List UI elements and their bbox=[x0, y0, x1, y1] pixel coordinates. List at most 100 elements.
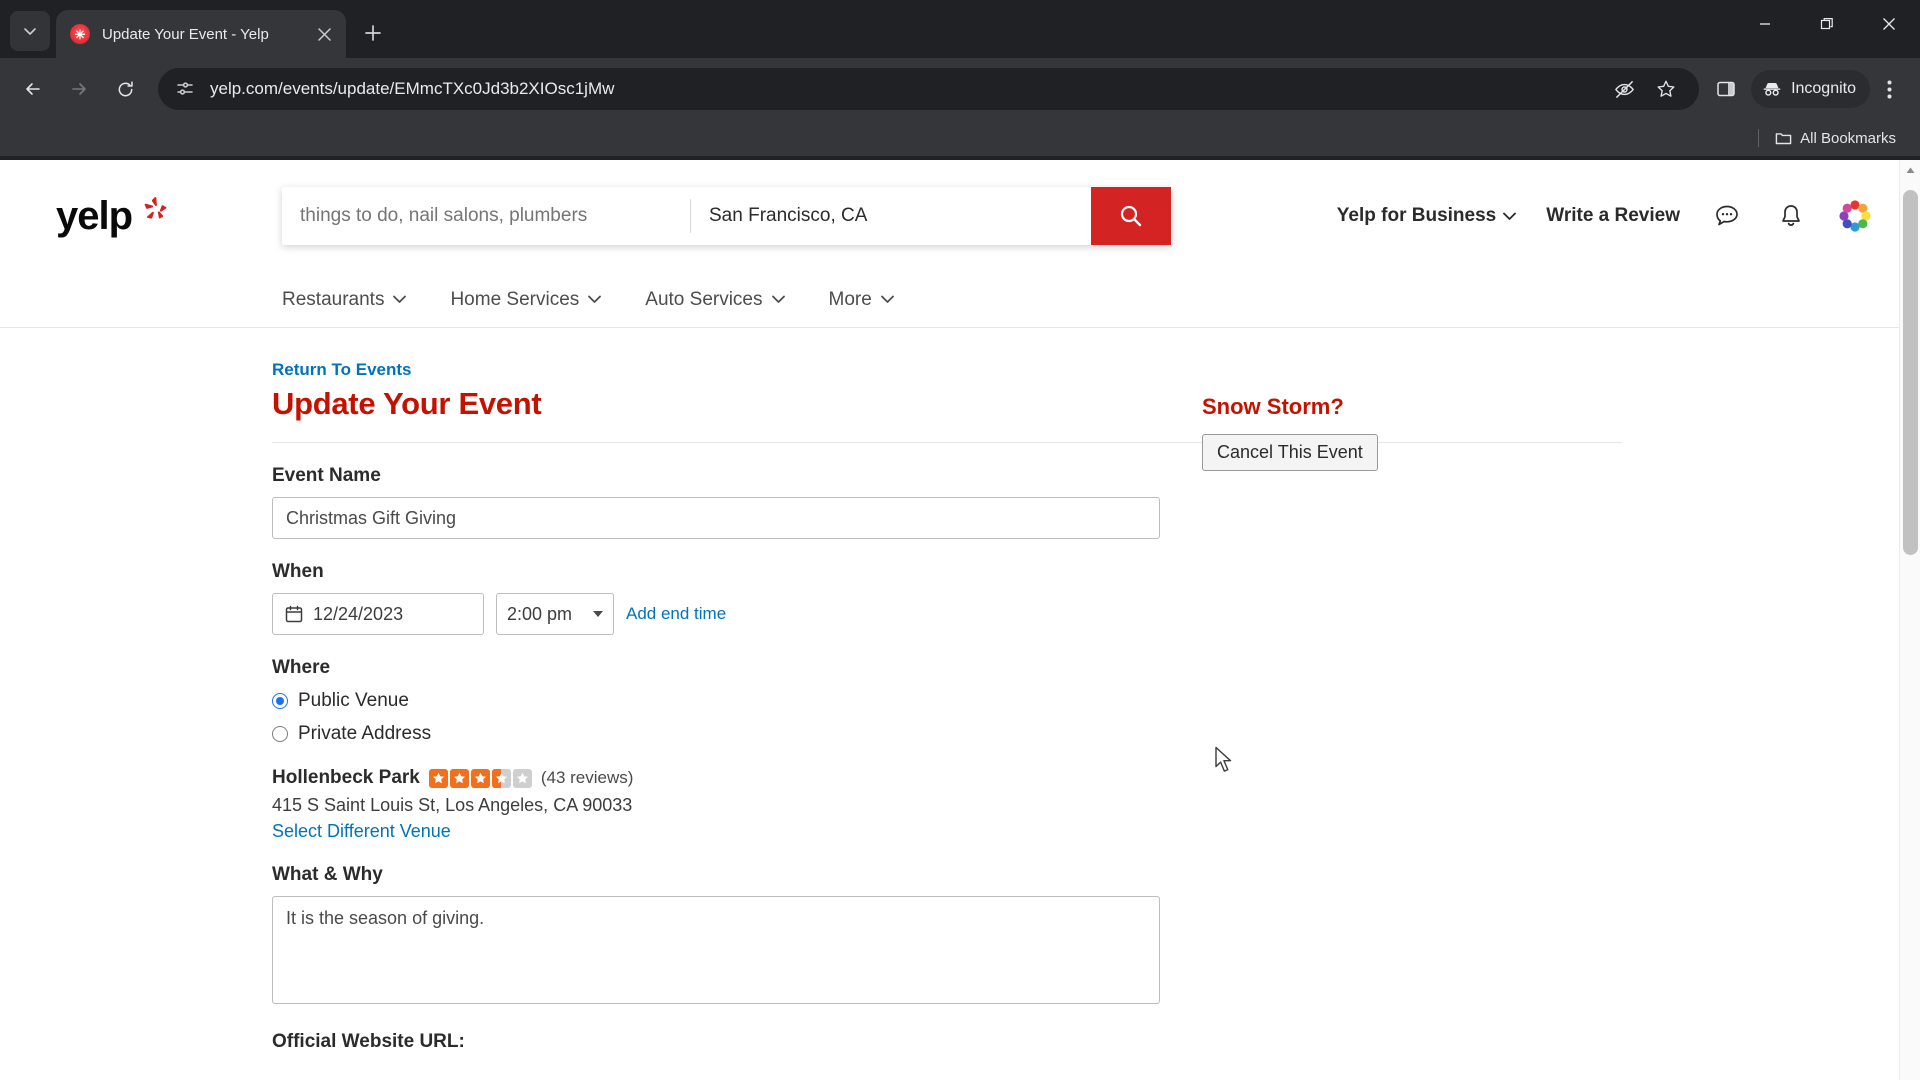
bell-icon[interactable] bbox=[1774, 199, 1808, 233]
category-more[interactable]: More bbox=[829, 289, 894, 311]
yelp-favicon-icon: ✳ bbox=[70, 24, 90, 44]
close-tab-icon[interactable] bbox=[312, 22, 336, 46]
yelp-site-header: yelp things to do, nail salons, plumbers… bbox=[0, 160, 1920, 272]
event-update-content: Return To Events Update Your Event Event… bbox=[0, 328, 1920, 1063]
when-label: When bbox=[272, 561, 324, 582]
event-time-select[interactable]: 2:00 pm bbox=[496, 593, 614, 635]
event-date-input[interactable]: 12/24/2023 bbox=[272, 593, 484, 635]
page-scrollbar[interactable] bbox=[1899, 160, 1920, 1080]
restore-icon[interactable] bbox=[1796, 0, 1858, 48]
forward-arrow-icon[interactable] bbox=[58, 68, 100, 110]
chevron-down-icon bbox=[1503, 212, 1517, 220]
star-empty-icon bbox=[512, 768, 532, 788]
select-different-venue-link[interactable]: Select Different Venue bbox=[272, 821, 1172, 842]
venue-review-count: (43 reviews) bbox=[540, 768, 634, 787]
side-panel-icon[interactable] bbox=[1707, 70, 1745, 108]
star-icon bbox=[428, 768, 448, 788]
yelp-burst-icon bbox=[144, 196, 167, 219]
search-term-input[interactable] bbox=[282, 187, 690, 245]
window-controls bbox=[1734, 0, 1920, 48]
browser-toolbar: yelp.com/events/update/EMmcTXc0Jd3b2XIOs… bbox=[0, 58, 1920, 120]
category-home-services[interactable]: Home Services bbox=[450, 289, 602, 311]
venue-address: 415 S Saint Louis St, Los Angeles, CA 90… bbox=[272, 795, 633, 815]
page-title: Update Your Event bbox=[272, 386, 542, 421]
star-icon bbox=[470, 768, 490, 788]
write-a-review-link[interactable]: Write a Review bbox=[1546, 205, 1680, 227]
category-restaurants[interactable]: Restaurants bbox=[282, 288, 407, 311]
url-text: yelp.com/events/update/EMmcTXc0Jd3b2XIOs… bbox=[210, 79, 615, 98]
yelp-logo[interactable]: yelp bbox=[56, 194, 276, 239]
site-settings-icon[interactable] bbox=[172, 76, 198, 102]
user-avatar[interactable] bbox=[1838, 199, 1872, 233]
star-half-icon bbox=[491, 768, 511, 788]
search-icon bbox=[1120, 205, 1142, 227]
yelp-for-business-label: Yelp for Business bbox=[1336, 205, 1497, 226]
snow-storm-title: Snow Storm? bbox=[1202, 394, 1344, 419]
yelp-search-bar bbox=[282, 187, 1172, 245]
radio-public-venue[interactable] bbox=[272, 693, 288, 709]
chevron-down-icon bbox=[880, 295, 894, 303]
address-bar[interactable]: yelp.com/events/update/EMmcTXc0Jd3b2XIOs… bbox=[158, 68, 1700, 110]
profile-label: Incognito bbox=[1791, 80, 1856, 97]
radio-label: Public Venue bbox=[298, 690, 409, 711]
venue-name: Hollenbeck Park bbox=[272, 767, 420, 788]
scrollbar-thumb[interactable] bbox=[1903, 190, 1918, 555]
bookmark-star-icon[interactable] bbox=[1647, 70, 1685, 108]
bookmarks-bar: All Bookmarks bbox=[0, 120, 1920, 156]
star-icon bbox=[449, 768, 469, 788]
what-why-label: What & Why bbox=[272, 864, 383, 885]
category-label: Restaurants bbox=[282, 288, 385, 310]
sidebar-column: Snow Storm? Cancel This Event bbox=[1172, 360, 1602, 1063]
form-column: Return To Events Update Your Event Event… bbox=[272, 360, 1622, 1063]
chevron-down-icon bbox=[588, 295, 602, 303]
when-row: 12/24/2023 2:00 pm Add end time bbox=[272, 593, 1172, 635]
category-auto-services[interactable]: Auto Services bbox=[645, 289, 785, 311]
incognito-profile-button[interactable]: Incognito bbox=[1751, 70, 1870, 108]
category-label: More bbox=[828, 288, 872, 310]
omnibox-actions bbox=[1605, 70, 1685, 108]
back-arrow-icon[interactable] bbox=[12, 68, 54, 110]
tab-search-button[interactable] bbox=[10, 11, 50, 51]
write-a-review-label: Write a Review bbox=[1546, 205, 1680, 226]
search-location-input[interactable] bbox=[691, 187, 1091, 245]
chevron-down-icon bbox=[771, 295, 785, 303]
eye-slash-icon[interactable] bbox=[1605, 70, 1643, 108]
search-button[interactable] bbox=[1091, 187, 1171, 245]
where-label: Where bbox=[272, 657, 331, 678]
event-time-value: 2:00 pm bbox=[507, 603, 573, 624]
tab-title: Update Your Event - Yelp bbox=[102, 25, 269, 43]
message-bubble-icon[interactable] bbox=[1710, 199, 1744, 233]
venue-summary: Hollenbeck Park (43 reviews) bbox=[272, 767, 1172, 789]
minimize-icon[interactable] bbox=[1734, 0, 1796, 48]
chevron-down-icon bbox=[393, 295, 407, 303]
reload-icon[interactable] bbox=[104, 68, 146, 110]
what-why-textarea[interactable] bbox=[272, 896, 1160, 1004]
incognito-icon bbox=[1763, 83, 1781, 96]
where-option-private-address[interactable]: Private Address bbox=[272, 723, 1172, 745]
folder-icon bbox=[1775, 132, 1792, 144]
browser-tab[interactable]: ✳ Update Your Event - Yelp bbox=[56, 10, 346, 58]
chevron-down-icon bbox=[593, 611, 603, 617]
return-to-events-link[interactable]: Return To Events bbox=[272, 360, 1172, 380]
event-name-input[interactable] bbox=[272, 497, 1160, 539]
add-end-time-link[interactable]: Add end time bbox=[626, 604, 726, 624]
where-option-public-venue[interactable]: Public Venue bbox=[272, 690, 1172, 712]
close-icon[interactable] bbox=[1858, 0, 1920, 48]
three-dot-menu-icon[interactable] bbox=[1870, 70, 1908, 108]
tab-strip: ✳ Update Your Event - Yelp bbox=[0, 0, 1920, 58]
new-tab-button[interactable] bbox=[356, 16, 390, 50]
official-website-url-label: Official Website URL: bbox=[272, 1031, 465, 1052]
yelp-logo-text: yelp bbox=[56, 193, 133, 238]
yelp-header-nav: Yelp for Business Write a Review bbox=[1337, 199, 1920, 233]
scroll-up-arrow-icon[interactable] bbox=[1900, 160, 1920, 180]
event-date-value: 12/24/2023 bbox=[313, 603, 404, 624]
yelp-category-bar: Restaurants Home Services Auto Services … bbox=[0, 272, 1920, 328]
bookmarks-divider bbox=[1758, 129, 1760, 147]
radio-label: Private Address bbox=[298, 723, 432, 744]
all-bookmarks-button[interactable]: All Bookmarks bbox=[1769, 126, 1902, 151]
yelp-for-business-link[interactable]: Yelp for Business bbox=[1336, 205, 1517, 227]
radio-private-address[interactable] bbox=[272, 726, 288, 742]
browser-window: ✳ Update Your Event - Yelp yelp.com/even… bbox=[0, 0, 1920, 1080]
cancel-this-event-button[interactable]: Cancel This Event bbox=[1202, 434, 1378, 471]
page-viewport: yelp things to do, nail salons, plumbers… bbox=[0, 160, 1920, 1080]
